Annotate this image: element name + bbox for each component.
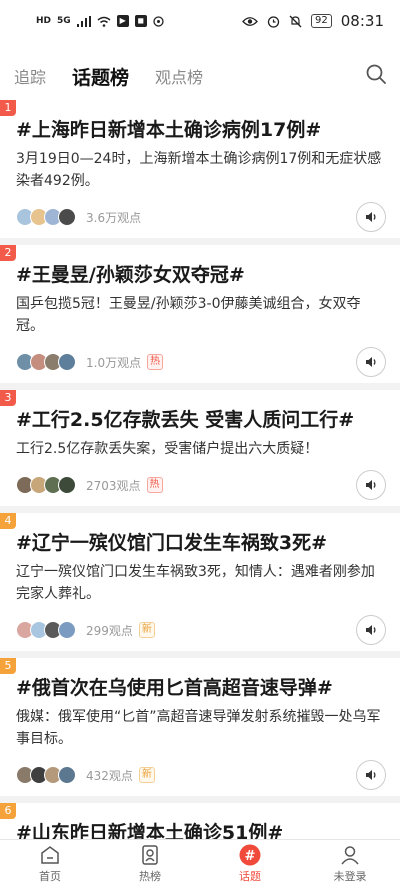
nav-home[interactable]: 首页	[0, 840, 100, 888]
rank-badge: 3	[0, 390, 16, 406]
topic-title[interactable]: #俄首次在乌使用匕首高超音速导弹#	[16, 674, 386, 702]
participant-avatars	[16, 621, 76, 639]
topic-title[interactable]: #上海昨日新增本土确诊病例17例#	[16, 116, 386, 144]
nav-profile[interactable]: 未登录	[300, 840, 400, 888]
nav-profile-label: 未登录	[333, 870, 367, 883]
topic-card[interactable]: 4 #辽宁一殡仪馆门口发生车祸致3死# 辽宁一殡仪馆门口发生车祸致3死，知情人：遇难…	[0, 513, 400, 651]
home-icon	[41, 846, 59, 864]
rank-badge: 2	[0, 245, 16, 261]
opinion-count: 1.0万观点	[86, 355, 142, 370]
location-icon	[153, 15, 164, 27]
avatar	[58, 476, 76, 494]
hot-badge: 热	[146, 477, 163, 493]
battery-indicator: 92	[311, 14, 332, 28]
topic-card[interactable]: 2 #王曼昱/孙颖莎女双夺冠# 国乒包揽5冠！王曼昱/孙颖莎3-0伊藤美诚组合，女双…	[0, 245, 400, 383]
status-time: 08:31	[340, 12, 384, 30]
topic-summary: 工行2.5亿存款丢失案，受害储户提出六大质疑！	[16, 441, 319, 457]
rank-badge: 1	[0, 100, 16, 116]
nav-hot-list[interactable]: 热榜	[100, 840, 200, 888]
speaker-icon	[364, 478, 378, 492]
opinion-count: 2703观点	[86, 478, 141, 493]
tab-topic-list[interactable]: 话题榜	[72, 63, 129, 103]
nav-topic-label: 话题	[239, 870, 261, 883]
nav-topic[interactable]: # 话题	[200, 840, 300, 888]
tab-tracking[interactable]: 追踪	[14, 64, 46, 88]
opinion-count: 432观点	[86, 768, 133, 783]
audio-play-button[interactable]	[356, 470, 386, 500]
participant-avatars	[16, 766, 76, 784]
topic-summary: 国乒包揽5冠！王曼昱/孙颖莎3-0伊藤美诚组合，女双夺冠。	[16, 296, 361, 334]
hot-list-icon	[142, 845, 158, 865]
new-badge: 新	[138, 767, 155, 783]
wifi-icon	[97, 16, 111, 27]
speaker-icon	[364, 768, 378, 782]
bottom-navigation: 首页 热榜 # 话题 未登录	[0, 839, 400, 888]
speaker-icon	[364, 355, 378, 369]
topic-meta: 3.6万观点	[16, 196, 386, 238]
audio-play-button[interactable]	[356, 347, 386, 377]
participant-avatars	[16, 353, 76, 371]
audio-play-button[interactable]	[356, 202, 386, 232]
topic-summary: 辽宁一殡仪馆门口发生车祸致3死，知情人：遇难者刚参加完家人葬礼。	[16, 564, 375, 602]
topic-icon: #	[239, 844, 261, 866]
network-type: 5G	[57, 16, 71, 26]
top-tab-bar: 追踪 话题榜 观点榜	[0, 52, 400, 103]
audio-play-button[interactable]	[356, 760, 386, 790]
avatar	[58, 621, 76, 639]
nav-hot-list-label: 热榜	[139, 870, 161, 883]
speaker-icon	[364, 210, 378, 224]
topic-list: 1 #上海昨日新增本土确诊病例17例# 3月19日0—24时，上海新增本土确诊病例1…	[0, 100, 400, 839]
topic-meta: 299观点新	[16, 609, 386, 651]
avatar	[58, 208, 76, 226]
signal-icon	[76, 15, 91, 27]
avatar	[58, 766, 76, 784]
topic-meta: 432观点新	[16, 754, 386, 796]
mute-icon	[289, 15, 302, 27]
topic-card[interactable]: 5 #俄首次在乌使用匕首高超音速导弹# 俄媒：俄军使用“匕首”高超音速导弹发射系统摧…	[0, 658, 400, 796]
speaker-icon	[364, 623, 378, 637]
alarm-icon	[267, 15, 280, 28]
topic-meta: 1.0万观点热	[16, 341, 386, 383]
app-notification-icon: ▶	[116, 15, 129, 27]
nav-home-label: 首页	[39, 870, 61, 883]
rank-badge: 4	[0, 513, 16, 529]
new-badge: 新	[138, 622, 155, 638]
app-notification-icon-2: ◼	[134, 15, 147, 27]
tab-opinion-list[interactable]: 观点榜	[155, 64, 203, 88]
participant-avatars	[16, 208, 76, 226]
topic-card[interactable]: 1 #上海昨日新增本土确诊病例17例# 3月19日0—24时，上海新增本土确诊病例1…	[0, 100, 400, 238]
rank-badge: 6	[0, 803, 16, 819]
topic-title[interactable]: #山东昨日新增本土确诊51例#	[16, 819, 386, 839]
opinion-count: 3.6万观点	[86, 210, 142, 225]
participant-avatars	[16, 476, 76, 494]
topic-card[interactable]: 3 #工行2.5亿存款丢失 受害人质问工行# 工行2.5亿存款丢失案，受害储户提出六…	[0, 390, 400, 506]
topic-title[interactable]: #工行2.5亿存款丢失 受害人质问工行#	[16, 406, 386, 434]
avatar	[58, 353, 76, 371]
user-icon	[341, 846, 359, 865]
hd-indicator: HD	[36, 16, 52, 26]
rank-badge: 5	[0, 658, 16, 674]
topic-summary: 3月19日0—24时，上海新增本土确诊病例17例和无症状感染者492例。	[16, 151, 382, 189]
audio-play-button[interactable]	[356, 615, 386, 645]
svg-text:#: #	[245, 849, 256, 864]
hot-badge: 热	[147, 354, 164, 370]
topic-summary: 俄媒：俄军使用“匕首”高超音速导弹发射系统摧毁一处乌军事目标。	[16, 709, 381, 747]
topic-card[interactable]: 6 #山东昨日新增本土确诊51例#	[0, 803, 400, 839]
opinion-count: 299观点	[86, 623, 133, 638]
search-icon[interactable]	[364, 62, 388, 86]
status-bar: HD 5G ▶ ◼ 92 08:31	[0, 0, 400, 42]
topic-meta: 2703观点热	[16, 464, 386, 506]
eye-icon	[242, 16, 258, 26]
topic-title[interactable]: #辽宁一殡仪馆门口发生车祸致3死#	[16, 529, 386, 557]
topic-title[interactable]: #王曼昱/孙颖莎女双夺冠#	[16, 261, 386, 289]
